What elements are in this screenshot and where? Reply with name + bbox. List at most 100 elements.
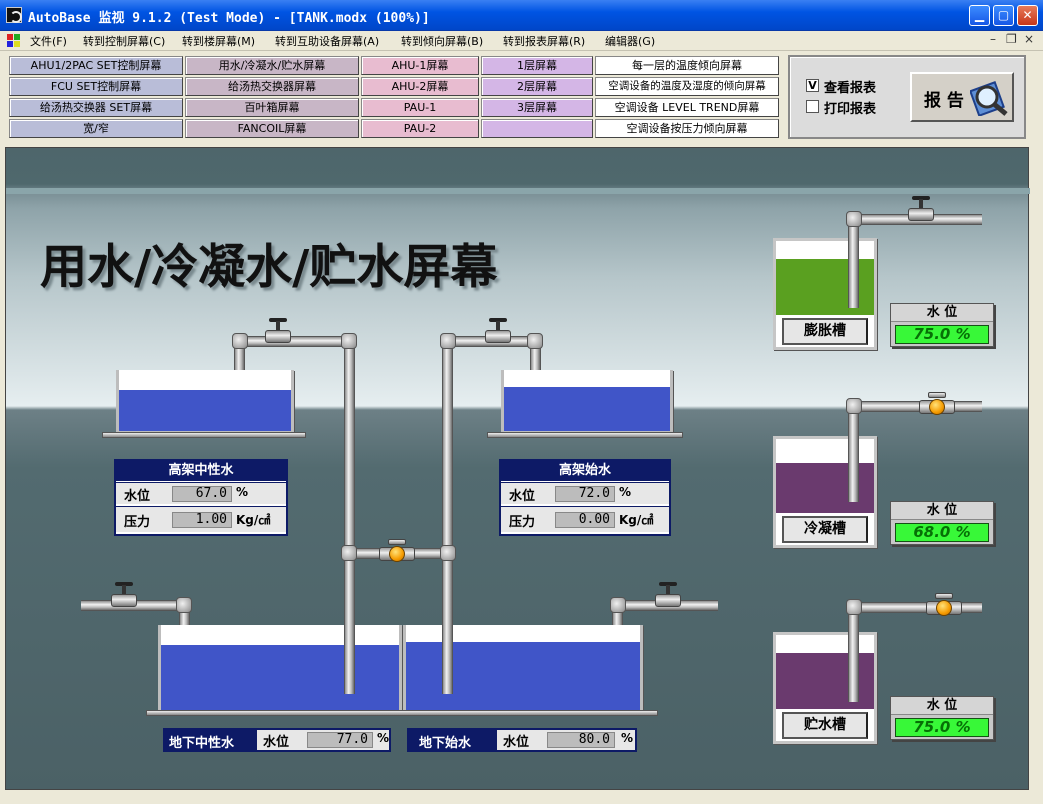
level-value: 75.0 % xyxy=(895,718,989,737)
nav-floor-1[interactable]: 1层屏幕 xyxy=(481,56,593,75)
underground-start-title: 地下始水 xyxy=(419,736,472,751)
gate-valve-icon[interactable] xyxy=(261,318,295,348)
screen-nav-grid: AHU1/2PAC SET控制屏幕 FCU SET控制屏幕 给汤热交换器 SET… xyxy=(9,56,781,138)
menu-goto-control[interactable]: 转到控制屏幕(C) xyxy=(83,33,165,49)
screen-title: 用水/冷凝水/贮水屏幕 xyxy=(40,240,498,295)
menu-goto-aux-equipment[interactable]: 转到互助设备屏幕(A) xyxy=(275,33,379,49)
nav-ahu-1[interactable]: AHU-1屏幕 xyxy=(361,56,479,75)
pipe-elbow xyxy=(341,545,357,561)
pipe-elbow xyxy=(176,597,192,613)
pressure-label: 压力 xyxy=(124,515,151,530)
elevated-start-panel: 高架始水 水位 72.0 % 压力 0.00 Kg/㎠ xyxy=(499,459,671,536)
tank-base xyxy=(102,432,306,438)
gate-valve-icon[interactable] xyxy=(481,318,515,348)
nav-water-screen[interactable]: 用水/冷凝水/贮水屏幕 xyxy=(185,56,359,75)
pipe-elbow xyxy=(846,398,862,414)
pipe-elbow xyxy=(610,597,626,613)
menu-goto-report[interactable]: 转到报表屏幕(R) xyxy=(503,33,585,49)
close-button[interactable]: ✕ xyxy=(1017,5,1038,26)
gate-valve-icon[interactable] xyxy=(904,196,938,226)
pressure-value: 0.00 xyxy=(555,512,615,528)
nav-empty-slot[interactable] xyxy=(481,119,593,138)
elevated-neutral-tank[interactable] xyxy=(116,370,294,434)
pipe-elbow xyxy=(527,333,543,349)
underground-neutral-title: 地下中性水 xyxy=(169,736,235,751)
title-bar[interactable]: AutoBase 监视 9.1.2 (Test Mode) - [TANK.mo… xyxy=(0,0,1043,31)
app-window: AutoBase 监视 9.1.2 (Test Mode) - [TANK.mo… xyxy=(0,0,1043,804)
nav-louver-box[interactable]: 百叶箱屏幕 xyxy=(185,98,359,117)
pressure-row: 压力 0.00 Kg/㎠ xyxy=(501,506,669,532)
elevated-start-tank[interactable] xyxy=(501,370,673,434)
view-report-checkbox[interactable]: V xyxy=(806,79,819,92)
level-box: 水位 77.0 % xyxy=(257,730,389,750)
level-value: 72.0 xyxy=(555,486,615,502)
ball-valve-icon[interactable] xyxy=(924,591,964,619)
nav-ahu-pac-set[interactable]: AHU1/2PAC SET控制屏幕 xyxy=(9,56,183,75)
mdi-minimize-icon[interactable]: – xyxy=(990,32,996,46)
menu-goto-trend[interactable]: 转到倾向屏幕(B) xyxy=(401,33,483,49)
level-label: 水位 xyxy=(263,735,290,750)
pipe xyxy=(442,618,453,694)
expansion-tank[interactable]: 膨胀槽 xyxy=(773,238,877,350)
window-title: AutoBase 监视 9.1.2 (Test Mode) - [TANK.mo… xyxy=(28,11,430,26)
nav-wide-narrow[interactable]: 宽/窄 xyxy=(9,119,183,138)
level-row: 水位 72.0 % xyxy=(501,482,669,504)
menu-editor[interactable]: 编辑器(G) xyxy=(605,33,655,49)
level-value: 67.0 xyxy=(172,486,232,502)
underground-neutral-label: 地下中性水 水位 77.0 % xyxy=(163,728,391,752)
gate-valve-icon[interactable] xyxy=(651,582,685,612)
storage-tank-label: 贮水槽 xyxy=(782,712,868,739)
underground-start-tank[interactable] xyxy=(403,625,643,713)
underground-neutral-tank[interactable] xyxy=(158,625,402,713)
elevated-neutral-panel: 高架中性水 水位 67.0 % 压力 1.00 Kg/㎠ xyxy=(114,459,288,536)
menu-bar: 文件(F) 转到控制屏幕(C) 转到楼屏幕(M) 转到互助设备屏幕(A) 转到倾… xyxy=(0,31,1043,51)
pipe-elbow xyxy=(846,599,862,615)
print-report-checkbox[interactable] xyxy=(806,100,819,113)
ball-valve-icon[interactable] xyxy=(917,390,957,418)
nav-pau-1[interactable]: PAU-1 xyxy=(361,98,479,117)
report-button[interactable]: 报 告 xyxy=(910,72,1014,122)
pressure-value: 1.00 xyxy=(172,512,232,528)
minimize-button[interactable]: ▁ xyxy=(969,5,990,26)
nav-pau-2[interactable]: PAU-2 xyxy=(361,119,479,138)
menu-goto-building[interactable]: 转到楼屏幕(M) xyxy=(182,33,255,49)
ball-valve-icon[interactable] xyxy=(377,537,417,565)
level-value: 75.0 % xyxy=(895,325,989,344)
nav-ahu-2[interactable]: AHU-2屏幕 xyxy=(361,77,479,96)
nav-floor-2[interactable]: 2层屏幕 xyxy=(481,77,593,96)
level-title: 水 位 xyxy=(891,697,993,715)
nav-floor-3[interactable]: 3层屏幕 xyxy=(481,98,593,117)
nav-fancoil[interactable]: FANCOIL屏幕 xyxy=(185,119,359,138)
view-report-label: 查看报表 xyxy=(824,81,877,96)
panel-title: 高架始水 xyxy=(501,461,669,481)
document-icon[interactable] xyxy=(7,34,21,47)
menu-file[interactable]: 文件(F) xyxy=(30,33,67,49)
expansion-level-indicator: 水 位 75.0 % xyxy=(890,303,994,347)
nav-heat-exchanger-set[interactable]: 给汤热交换器 SET屏幕 xyxy=(9,98,183,117)
maximize-button[interactable]: ▢ xyxy=(993,5,1014,26)
gate-valve-icon[interactable] xyxy=(107,582,141,612)
pipe xyxy=(848,436,859,502)
water-level-fill xyxy=(161,645,399,710)
nav-heat-exchanger[interactable]: 给汤热交换器屏幕 xyxy=(185,77,359,96)
water-level-fill xyxy=(776,259,874,315)
mdi-close-icon[interactable]: × xyxy=(1024,32,1034,46)
pressure-unit: Kg/㎠ xyxy=(236,513,271,527)
minimize-icon: ▁ xyxy=(974,8,985,22)
level-unit: % xyxy=(621,731,634,745)
nav-hvac-pressure-trend[interactable]: 空调设备按压力倾向屏幕 xyxy=(595,119,779,138)
condensate-level-indicator: 水 位 68.0 % xyxy=(890,501,994,545)
nav-hvac-temp-humidity-trend[interactable]: 空调设备的温度及湿度的倾向屏幕 xyxy=(595,77,779,96)
tank-base xyxy=(487,432,683,438)
level-value: 68.0 % xyxy=(895,523,989,542)
report-panel: V 查看报表 打印报表 报 告 xyxy=(788,55,1026,139)
pipe xyxy=(848,632,859,702)
nav-fcu-set[interactable]: FCU SET控制屏幕 xyxy=(9,77,183,96)
storage-tank[interactable]: 贮水槽 xyxy=(773,632,877,744)
nav-hvac-level-trend[interactable]: 空调设备 LEVEL TREND屏幕 xyxy=(595,98,779,117)
condensate-tank[interactable]: 冷凝槽 xyxy=(773,436,877,548)
level-box: 水位 80.0 % xyxy=(497,730,635,750)
mdi-restore-icon[interactable]: ❐ xyxy=(1006,32,1017,46)
level-label: 水位 xyxy=(124,489,151,504)
nav-floor-temp-trend[interactable]: 每一层的温度倾向屏幕 xyxy=(595,56,779,75)
